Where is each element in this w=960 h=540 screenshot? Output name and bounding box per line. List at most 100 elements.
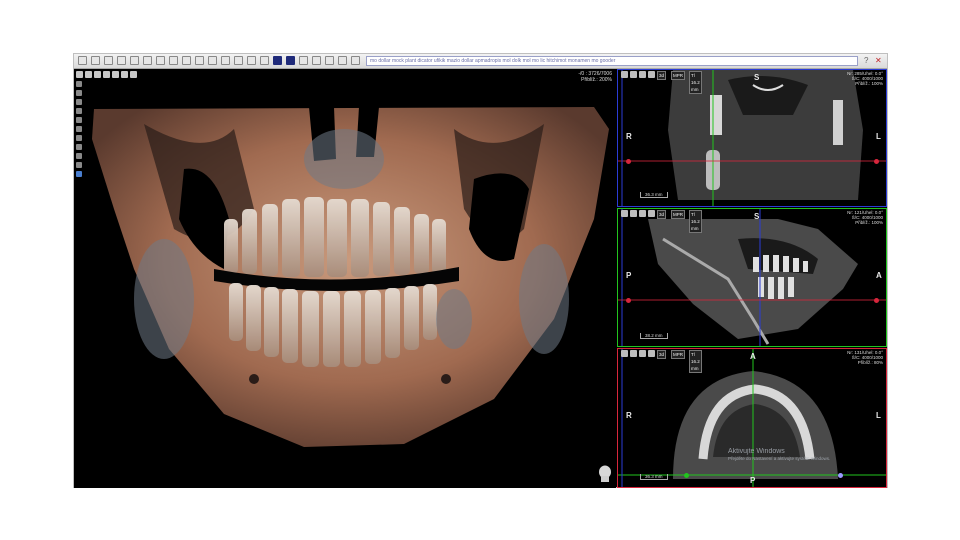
skull-icon[interactable]: [299, 56, 308, 65]
flip-icon[interactable]: [76, 153, 82, 159]
orientation-right: A: [876, 271, 882, 280]
zoom-icon[interactable]: [94, 71, 101, 78]
maximize-icon[interactable]: [630, 210, 637, 217]
thickness-field[interactable]: Tl 16.2 mm: [689, 71, 702, 94]
axial-pane[interactable]: 3d MPR Tl 16.2 mm Nr: 131/Uhel: 0.0° Š/C…: [617, 348, 887, 488]
thickness-field[interactable]: Tl 16.2 mm: [689, 210, 702, 233]
rotate-icon[interactable]: [621, 350, 628, 357]
rotate-icon[interactable]: [76, 71, 83, 78]
sagittal-pane[interactable]: 3d MPR Tl 16.2 mm Nr: 121/Uhel: 0.0° Š/C…: [617, 208, 887, 347]
orientation-left: R: [626, 411, 632, 420]
camera-icon[interactable]: [639, 71, 646, 78]
reset-view-icon[interactable]: [121, 71, 128, 78]
undo-icon[interactable]: [156, 56, 165, 65]
export-icon[interactable]: [325, 56, 334, 65]
address-field[interactable]: mo dollar mock plant dicator ufikik mazi…: [366, 56, 858, 66]
dental-viewer-window: mo dollar mock plant dicator ufikik mazi…: [73, 53, 888, 488]
rotate-left-icon[interactable]: [76, 135, 82, 141]
monitor-icon[interactable]: [182, 56, 191, 65]
mode-3d-button[interactable]: 3d: [657, 210, 667, 219]
coronal-pane[interactable]: 3d MPR Tl 16.2 mm Nr: 285/Uhel: 0.0° Š/C…: [617, 69, 887, 207]
zoom-in-icon[interactable]: [76, 81, 82, 87]
close-button[interactable]: ✕: [875, 56, 882, 66]
help-button[interactable]: ?: [864, 56, 868, 66]
camera-icon[interactable]: [639, 210, 646, 217]
camera-icon[interactable]: [639, 350, 646, 357]
ruler-icon[interactable]: [130, 56, 139, 65]
scale-bar: 38.2 mm: [640, 333, 668, 339]
rotate-right-icon[interactable]: [76, 144, 82, 150]
rotate-icon[interactable]: [621, 210, 628, 217]
angle-icon[interactable]: [208, 56, 217, 65]
orientation-left: P: [626, 271, 632, 280]
orientation-top: S: [754, 73, 760, 82]
mode-mpr-button[interactable]: MPR: [671, 71, 685, 80]
orientation-bottom: P: [750, 476, 756, 485]
zoom-level: Přiblíž.: 80%: [857, 360, 883, 365]
zoom-out-icon[interactable]: [76, 90, 82, 96]
home-icon[interactable]: [78, 56, 87, 65]
rotate-icon[interactable]: [621, 71, 628, 78]
zoom-info: Přiblíž.: 200%: [581, 77, 612, 83]
tree-icon[interactable]: [247, 56, 256, 65]
nerve-icon[interactable]: [312, 56, 321, 65]
arrow-left-icon[interactable]: [76, 117, 82, 123]
main-toolbar: mo dollar mock plant dicator ufikik mazi…: [74, 54, 887, 69]
layers-icon[interactable]: [143, 56, 152, 65]
mode-3d-button[interactable]: 3d: [657, 350, 667, 359]
arrow-right-icon[interactable]: [76, 126, 82, 132]
watermark-title: Aktivujte Windows: [728, 448, 785, 455]
windows-activation-watermark: Aktivujte Windows Přejděte do Nastavení …: [728, 447, 830, 462]
crosshair-handle-right[interactable]: [874, 159, 879, 164]
scale-bar: 36.3 mm: [640, 474, 668, 480]
reset-icon[interactable]: [76, 162, 82, 168]
crosshair-handle-right[interactable]: [874, 298, 879, 303]
mode-mpr-button[interactable]: MPR: [671, 350, 685, 359]
tooth-icon[interactable]: [286, 56, 295, 65]
refresh-icon[interactable]: [648, 210, 655, 217]
pan-icon[interactable]: [85, 71, 92, 78]
contrast-icon[interactable]: [234, 56, 243, 65]
tools-icon[interactable]: [338, 56, 347, 65]
maximize-icon[interactable]: [630, 350, 637, 357]
cube-icon[interactable]: [273, 56, 282, 65]
crosshair-handle-left[interactable]: [626, 159, 631, 164]
mode-mpr-button[interactable]: MPR: [671, 210, 685, 219]
volume-render-image: [92, 107, 609, 447]
crosshair-handle-left[interactable]: [626, 298, 631, 303]
mpr-panes: 3d MPR Tl 16.2 mm Nr: 285/Uhel: 0.0° Š/C…: [617, 69, 887, 488]
scale-bar: 36.3 mm: [640, 192, 668, 198]
open-icon[interactable]: [91, 56, 100, 65]
arrow-down-icon[interactable]: [76, 108, 82, 114]
camera-icon[interactable]: [103, 71, 110, 78]
coronal-slice-image: [618, 70, 886, 206]
maximize-icon[interactable]: [630, 71, 637, 78]
crosshair-handle-right[interactable]: [838, 473, 843, 478]
info-icon[interactable]: [130, 71, 137, 78]
measure-icon[interactable]: [195, 56, 204, 65]
window-level-icon[interactable]: [112, 71, 119, 78]
volume-render-view[interactable]: -/0 : 3726/7006 Přiblíž.: 200%: [74, 69, 616, 488]
mode-3d-button[interactable]: 3d: [657, 71, 667, 80]
head-orientation-icon[interactable]: [598, 465, 612, 483]
zoom-level: Přiblíž.: 100%: [855, 81, 883, 86]
zoom-level: Přiblíž.: 100%: [855, 220, 883, 225]
sagittal-slice-image: [618, 209, 886, 346]
orientation-right: L: [876, 411, 881, 420]
orientation-top: S: [754, 212, 760, 221]
refresh-icon[interactable]: [648, 350, 655, 357]
settings-icon[interactable]: [351, 56, 360, 65]
orientation-right: L: [876, 132, 881, 141]
save-icon[interactable]: [104, 56, 113, 65]
refresh-icon[interactable]: [648, 71, 655, 78]
thickness-field[interactable]: Tl 16.2 mm: [689, 350, 702, 373]
watermark-subtitle: Přejděte do Nastavení a aktivujte systém…: [728, 456, 831, 461]
crosshair-handle-left[interactable]: [684, 473, 689, 478]
orientation-icon[interactable]: [76, 171, 82, 177]
arrow-up-icon[interactable]: [76, 99, 82, 105]
document-icon[interactable]: [221, 56, 230, 65]
print-icon[interactable]: [117, 56, 126, 65]
implant-icon[interactable]: [260, 56, 269, 65]
axial-slice-image: [618, 349, 886, 487]
grid-icon[interactable]: [169, 56, 178, 65]
